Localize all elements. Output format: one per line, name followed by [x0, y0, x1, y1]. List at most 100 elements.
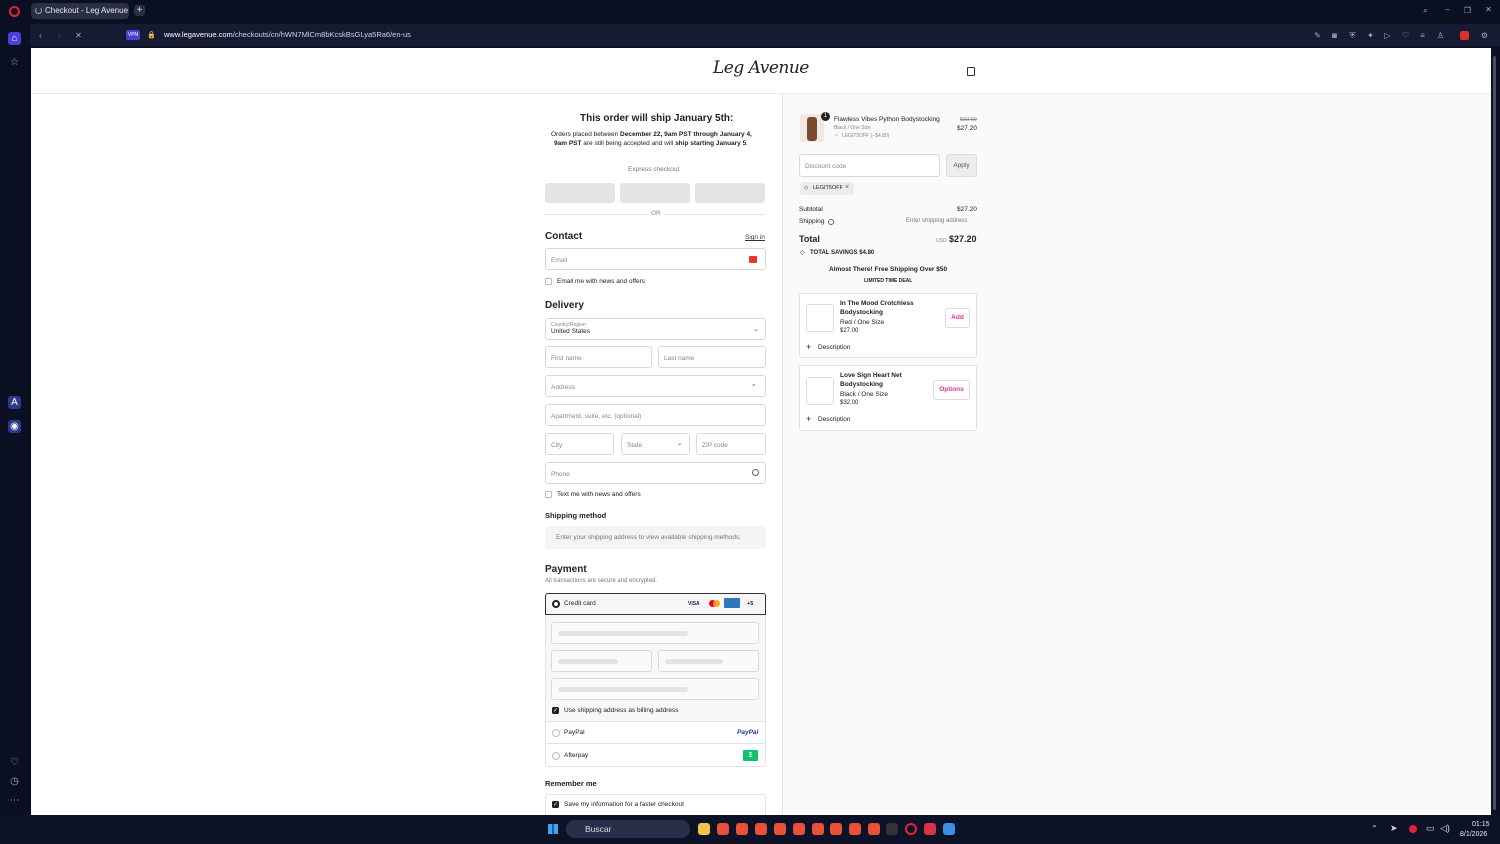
product-image: [807, 117, 817, 141]
plus-icon[interactable]: +: [806, 414, 811, 424]
billing-same-checkbox[interactable]: ✓: [552, 707, 559, 714]
new-tab-button[interactable]: +: [134, 5, 145, 16]
vpn-badge[interactable]: VPN: [126, 30, 140, 40]
address-field[interactable]: Address: [545, 375, 766, 397]
send-icon[interactable]: ▷: [1383, 31, 1392, 40]
profile-icon[interactable]: ♙: [1436, 31, 1445, 40]
zip-field[interactable]: ZIP code: [696, 433, 766, 455]
forward-icon[interactable]: ›: [55, 31, 64, 40]
more-icon[interactable]: ⋯: [8, 794, 21, 807]
upsell-options-button[interactable]: Options: [933, 380, 970, 400]
terminal-icon[interactable]: [886, 823, 898, 835]
url-path: /checkouts/cn/hWN7MlCm8bKcskBsGLya5Ra6/e…: [232, 30, 411, 39]
upsell-description-toggle[interactable]: Description: [818, 416, 851, 423]
app-icon[interactable]: [793, 823, 805, 835]
tray-app-icon[interactable]: [1409, 825, 1417, 833]
taskbar-search[interactable]: Buscar: [566, 820, 690, 838]
app-icon[interactable]: [774, 823, 786, 835]
heart-icon[interactable]: ♡: [8, 756, 21, 769]
url-host: www.legavenue.com: [164, 30, 233, 39]
back-icon[interactable]: ‹: [36, 31, 45, 40]
minimize-icon[interactable]: –: [1443, 5, 1452, 14]
phone-field[interactable]: Phone: [545, 462, 766, 484]
edit-icon[interactable]: ✎: [1313, 31, 1322, 40]
email-news-checkbox[interactable]: [545, 278, 552, 285]
camera-icon[interactable]: ◙: [1330, 31, 1339, 40]
clock-time[interactable]: 01:15: [1472, 821, 1490, 828]
paypal-radio[interactable]: [552, 729, 560, 737]
app-icon[interactable]: [812, 823, 824, 835]
home-icon[interactable]: ⌂: [8, 32, 21, 45]
shield-icon[interactable]: ⛨: [1348, 31, 1357, 40]
apply-label: Apply: [953, 162, 970, 169]
extension-icon[interactable]: ✦: [1366, 31, 1375, 40]
photos-icon[interactable]: [943, 823, 955, 835]
star-icon[interactable]: ☆: [8, 56, 21, 69]
clock-date[interactable]: 8/1/2026: [1460, 831, 1487, 838]
app-icon[interactable]: [849, 823, 861, 835]
city-field[interactable]: City: [545, 433, 614, 455]
app-icon[interactable]: [830, 823, 842, 835]
subtotal-value: $27.20: [957, 206, 977, 213]
last-name-field[interactable]: Last name: [658, 346, 766, 368]
file-explorer-icon[interactable]: [698, 823, 710, 835]
extension-badge-icon[interactable]: [1460, 31, 1469, 40]
volume-icon[interactable]: ◁): [1440, 823, 1450, 834]
browser-titlebar: Checkout - Leg Avenue + ⌕ – ❐ ✕: [0, 0, 1500, 24]
applied-code-label: LEGIT5OFF: [813, 185, 843, 191]
email-field[interactable]: Email: [545, 248, 766, 270]
address-placeholder: Address: [551, 384, 575, 391]
discount-code-field[interactable]: Discount code: [799, 154, 940, 177]
stop-loading-icon[interactable]: ✕: [74, 31, 83, 40]
history-icon[interactable]: ◷: [8, 775, 21, 788]
app-icon[interactable]: A: [8, 396, 21, 409]
opera-icon[interactable]: [905, 823, 917, 835]
search-icon[interactable]: ⌕: [1421, 6, 1430, 15]
first-name-field[interactable]: First name: [545, 346, 652, 368]
shopping-bag-icon[interactable]: [967, 67, 975, 76]
remove-code-icon[interactable]: ×: [845, 184, 849, 191]
express-button-1[interactable]: [545, 183, 615, 203]
country-select[interactable]: Country/Region United States: [545, 318, 766, 340]
windows-start-icon[interactable]: [548, 824, 558, 834]
apartment-field[interactable]: Apartment, suite, etc. (optional): [545, 404, 766, 426]
app-icon[interactable]: [868, 823, 880, 835]
app-icon[interactable]: [717, 823, 729, 835]
upsell-add-button[interactable]: Add: [945, 308, 970, 328]
express-button-2[interactable]: [620, 183, 690, 203]
express-button-3[interactable]: [695, 183, 765, 203]
browser-tab[interactable]: Checkout - Leg Avenue: [31, 3, 129, 19]
help-icon[interactable]: [752, 469, 759, 476]
menu-icon[interactable]: ≡: [1418, 31, 1427, 40]
settings-icon[interactable]: ⚙: [1480, 31, 1489, 40]
password-manager-icon[interactable]: [749, 256, 757, 263]
app-icon[interactable]: [755, 823, 767, 835]
subtotal-label: Subtotal: [799, 206, 823, 213]
leg-avenue-logo[interactable]: Leg Avenue: [713, 58, 809, 78]
url-field[interactable]: www.legavenue.com/checkouts/cn/hWN7MlCm8…: [164, 30, 411, 39]
restore-icon[interactable]: ❐: [1463, 6, 1472, 15]
info-icon[interactable]: [828, 219, 834, 225]
app-icon[interactable]: [736, 823, 748, 835]
chevron-up-icon[interactable]: ⌃: [1371, 824, 1378, 833]
credit-card-radio[interactable]: [552, 600, 560, 608]
visa-icon: VISA: [688, 601, 700, 607]
text-news-checkbox[interactable]: [545, 491, 552, 498]
close-icon[interactable]: ✕: [1484, 5, 1493, 14]
opera-logo-icon[interactable]: [9, 6, 20, 17]
upsell-description-toggle[interactable]: Description: [818, 344, 851, 351]
upsell-name: Bodystocking: [840, 381, 883, 388]
afterpay-radio[interactable]: [552, 752, 560, 760]
apply-button[interactable]: Apply: [946, 154, 977, 177]
telegram-icon[interactable]: ➤: [1390, 823, 1398, 834]
heart-icon[interactable]: ♡: [1401, 31, 1410, 40]
scrollbar-thumb[interactable]: [1493, 56, 1496, 810]
save-info-label: Save my information for a faster checkou…: [564, 801, 684, 808]
app-icon[interactable]: [924, 823, 936, 835]
total-savings: TOTAL SAVINGS $4.80: [810, 250, 875, 256]
messenger-icon[interactable]: ◉: [8, 420, 21, 433]
network-icon[interactable]: ▭: [1426, 823, 1435, 834]
save-info-checkbox[interactable]: ✓: [552, 801, 559, 808]
sign-in-link[interactable]: Sign in: [745, 234, 765, 241]
plus-icon[interactable]: +: [806, 342, 811, 352]
